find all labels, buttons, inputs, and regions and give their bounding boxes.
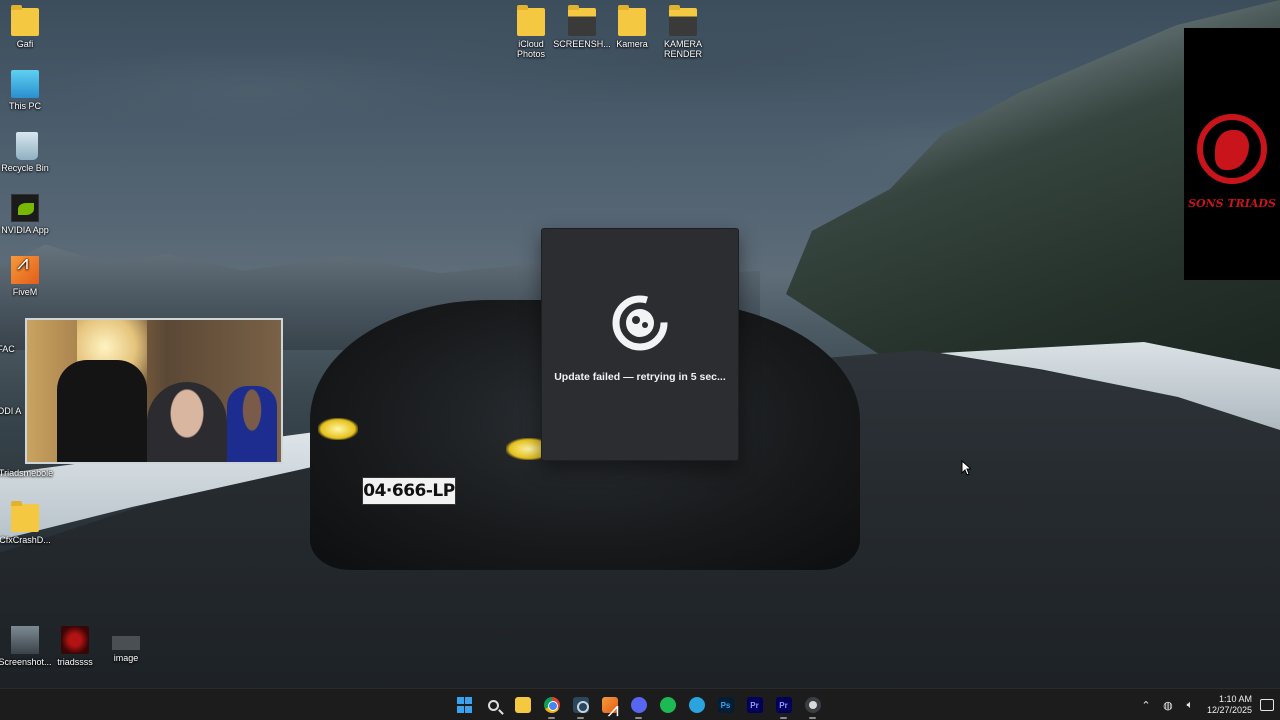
desktop-icon-triadssss[interactable]: triadssss [48,626,102,667]
network-globe-icon[interactable]: ◍ [1160,699,1176,712]
desktop-icon-triadsmebole[interactable]: Triadsmebole [0,468,54,478]
desktop-icon-label: FAC [0,344,15,354]
desktop-icon-kamera-render[interactable]: KAMERA RENDER [656,5,710,59]
desktop-icon-label: Screenshot... [0,657,52,667]
steam-button[interactable] [566,690,595,720]
desktop-icon-label: iCloud Photos [516,39,546,59]
folder-icon [11,501,39,532]
desktop-icon-screenshots[interactable]: SCREENSH... [553,5,611,49]
logo-wordmark: SONS TRIADS [1188,197,1276,210]
update-status-message: Update failed — retrying in 5 sec... [554,371,726,383]
desktop-icon-image[interactable]: image [99,626,153,663]
screenshot-file-icon [11,626,39,654]
desktop-icon-nvidia-app[interactable]: NVIDIA App [0,194,52,235]
nvidia-icon [11,194,39,222]
desktop-icon-label: SCREENSH... [553,39,611,49]
fivem-launcher-button[interactable] [798,690,827,720]
spotify-button[interactable] [653,690,682,720]
taskbar: Ps Pr Pr ⌃ ◍ 🔈︎ 1:10 AM 12/27/2025 [0,688,1280,720]
fivem-icon [11,256,39,284]
desktop-icon-label: Gafi [16,39,34,49]
clock-time: 1:10 AM [1218,694,1252,704]
webcam-overlay [25,318,283,464]
desktop-icon-label: FiveM [12,287,38,297]
computer-icon [11,70,39,98]
premiere-pro-button[interactable]: Pr [740,690,769,720]
notification-center-icon[interactable] [1260,699,1274,711]
desktop-icon-fivem[interactable]: FiveM [0,256,52,297]
folder-icon [568,5,596,36]
premiere-pro-icon: Pr [775,697,792,713]
folder-icon [514,697,531,713]
premiere-pro-button-2[interactable]: Pr [769,690,798,720]
dragon-emblem-icon [1197,114,1267,184]
desktop-icon-this-pc[interactable]: This PC [0,70,52,111]
system-tray: ⌃ ◍ 🔈︎ 1:10 AM 12/27/2025 [1135,689,1280,720]
desktop-icon-label: image [113,653,139,663]
folder-icon [669,5,697,36]
fivem-launcher-icon [804,697,821,713]
photoshop-button[interactable]: Ps [711,690,740,720]
desktop-icon-label: NVIDIA App [1,225,49,235]
webcam-child [227,386,277,462]
windows-logo-icon [456,697,473,713]
desktop-icon-icloud-photos[interactable]: iCloud Photos [504,5,558,59]
telegram-button[interactable] [682,690,711,720]
desktop-icon-label: Triadsmebole [0,468,54,478]
premiere-pro-icon: Pr [746,697,763,713]
desktop-icon-rodi[interactable]: RODI A [0,406,26,416]
photoshop-icon: Ps [717,697,734,713]
image-file-icon [112,636,140,650]
folder-icon [618,5,646,36]
telegram-icon [688,697,705,713]
folder-icon [11,5,39,36]
chrome-button[interactable] [537,690,566,720]
desktop-icon-fac[interactable]: FAC [0,344,26,354]
discord-icon [630,697,647,713]
fivem-button[interactable] [595,690,624,720]
webcam-person [147,382,227,462]
desktop-icon-label: KAMERA RENDER [663,39,702,59]
mouse-cursor-icon [961,460,971,476]
recycle-bin-icon [15,132,38,160]
discord-button[interactable] [624,690,653,720]
file-explorer-button[interactable] [508,690,537,720]
desktop-icon-label: RODI A [0,406,22,416]
steam-icon [572,697,589,713]
update-dialog: Update failed — retrying in 5 sec... [541,228,739,461]
fivem-logo-icon [612,295,668,351]
desktop-icon-screenshot[interactable]: Screenshot... [0,626,52,667]
desktop-icon-label: Kamera [616,39,648,49]
volume-icon[interactable]: 🔈︎ [1182,699,1198,712]
search-icon [488,699,499,711]
show-hidden-icons-chevron-icon[interactable]: ⌃ [1138,699,1154,712]
desktop-icon-label: CfxCrashD... [0,535,51,545]
webcam-gaming-chair [57,360,147,462]
desktop-icon-kamera[interactable]: Kamera [605,5,659,49]
taskbar-clock[interactable]: 1:10 AM 12/27/2025 [1207,694,1252,716]
wallpaper-license-plate: 04·666-LP [362,477,456,505]
sons-triads-logo-overlay: SONS TRIADS [1184,28,1280,280]
wallpaper-headlight-left [318,418,358,440]
search-button[interactable] [479,690,508,720]
image-file-icon [61,626,89,654]
desktop-icon-label: Recycle Bin [1,163,49,173]
desktop-icon-recycle-bin[interactable]: Recycle Bin [0,132,52,173]
spotify-icon [659,697,676,713]
desktop-icon-cfxcrashdump[interactable]: CfxCrashD... [0,501,52,545]
taskbar-apps: Ps Pr Pr [450,689,827,720]
fivem-icon [601,697,619,720]
desktop-icon-gafi[interactable]: Gafi [0,5,52,49]
folder-icon [517,5,545,36]
clock-date: 12/27/2025 [1206,705,1252,715]
desktop-icon-label: This PC [8,101,41,111]
chrome-icon [543,697,560,713]
start-button[interactable] [450,690,479,720]
desktop-icon-label: triadssss [57,657,93,667]
